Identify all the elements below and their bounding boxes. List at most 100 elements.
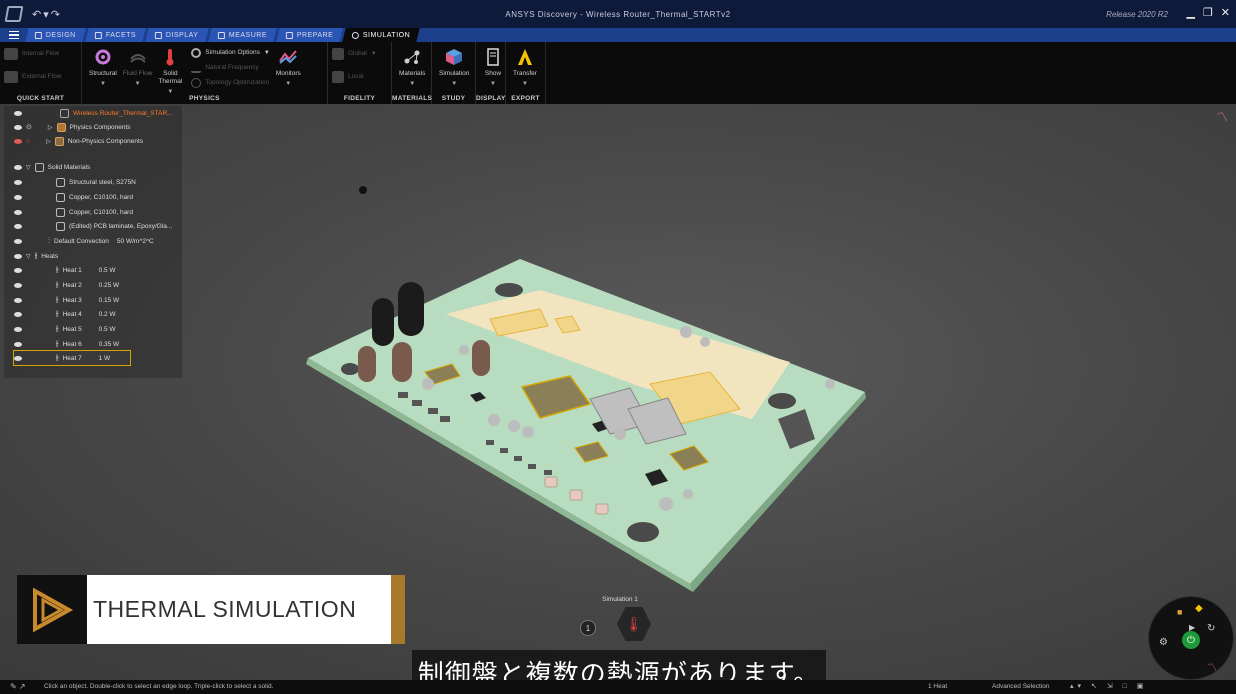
undo-redo-icon[interactable]: ↶▾↷ xyxy=(32,8,62,21)
mounting-hole xyxy=(341,363,359,375)
cube-view-icon[interactable]: ■ xyxy=(1177,607,1182,617)
capacitor[interactable] xyxy=(398,282,424,336)
visibility-eye-icon[interactable] xyxy=(14,124,22,130)
external-flow-button[interactable]: External Flow xyxy=(4,69,77,84)
visibility-eye-icon[interactable] xyxy=(14,267,22,273)
natural-frequency-button[interactable]: Natural Frequency xyxy=(191,60,270,75)
tab-display[interactable]: Display xyxy=(145,28,209,42)
visibility-eye-icon[interactable] xyxy=(14,209,22,215)
group-label: Fidelity xyxy=(343,95,376,102)
fluid-flow-icon xyxy=(129,54,146,63)
ribbon-tabs: Design Facets Display Measure Prepare Si… xyxy=(0,28,1236,42)
group-fidelity: Global ▼ Local Fidelity xyxy=(328,42,392,104)
tree-default-convection[interactable]: ⫶ Default Convection 50 W/m^2^C xyxy=(14,234,154,248)
collapse-arrow-icon[interactable]: ▽ xyxy=(26,164,31,171)
expand-arrow-icon[interactable]: ▷ xyxy=(48,124,53,131)
capacitor[interactable] xyxy=(392,342,412,382)
hidden-eye-icon[interactable] xyxy=(14,138,22,144)
title-banner: THERMAL SIMULATION xyxy=(17,575,405,644)
physics-folder-icon xyxy=(56,122,66,132)
tree-heat[interactable]: ⫲ Heat 4 0.2 W xyxy=(14,307,116,321)
visibility-eye-icon[interactable] xyxy=(14,341,22,347)
tab-measure[interactable]: Measure xyxy=(207,28,277,42)
collapse-arrow-icon[interactable]: ▽ xyxy=(26,253,31,260)
tree-material[interactable]: Copper, C10100, hard xyxy=(14,190,133,204)
tree-root[interactable]: Wireless Router_Thermal_STAR... xyxy=(14,106,173,120)
visibility-eye-icon[interactable] xyxy=(14,282,22,288)
visibility-eye-icon[interactable] xyxy=(14,194,22,200)
menu-icon[interactable] xyxy=(4,28,24,42)
capacitor[interactable] xyxy=(358,346,376,382)
local-fidelity-button[interactable]: Local xyxy=(332,69,387,84)
tab-prepare[interactable]: Prepare xyxy=(276,28,343,42)
global-fidelity-button[interactable]: Global ▼ xyxy=(332,46,387,61)
tree-solid-materials[interactable]: ▽ Solid Materials xyxy=(14,160,90,174)
heat-icon: ⫲ xyxy=(56,353,59,362)
simulation-step-badge[interactable]: 1 xyxy=(580,620,596,636)
heat-icon: ⫲ xyxy=(56,324,59,333)
tree-material[interactable]: Copper, C10100, hard xyxy=(14,205,133,219)
topology-optimization-button[interactable]: Topology Optimization xyxy=(191,75,270,90)
close-icon[interactable]: ✕ xyxy=(1221,6,1230,19)
group-label: Export xyxy=(511,95,540,102)
group-physics: Structural ▼ Fluid Flow ▼ Solid Thermal ▼ S… xyxy=(82,42,328,104)
play-icon[interactable]: ▶ xyxy=(1189,623,1195,632)
group-quick-start: Internal Flow External Flow Quick Start xyxy=(0,42,82,104)
visibility-eye-icon[interactable] xyxy=(14,164,22,170)
capacitor[interactable] xyxy=(372,298,394,346)
brand-logo-icon xyxy=(17,575,87,644)
tab-simulation[interactable]: Simulation xyxy=(342,28,421,42)
tree-heat[interactable]: ⫲ Heat 6 0.35 W xyxy=(14,337,119,351)
selection-count[interactable]: 1 Heat xyxy=(928,683,947,690)
target-icon[interactable]: ○ xyxy=(26,138,30,145)
capacitor[interactable] xyxy=(472,340,490,376)
simulation-marker[interactable]: Simulation 1 🌡 xyxy=(590,596,651,641)
expand-arrow-icon[interactable]: ▷ xyxy=(46,138,51,145)
navigation-wheel[interactable]: ⏻ ↻ ▶ ◆ ■ ⚙ 〽 xyxy=(1148,596,1234,680)
tree-heat[interactable]: ⫲ Heat 3 0.15 W xyxy=(14,293,119,307)
internal-flow-button[interactable]: Internal Flow xyxy=(4,46,77,61)
title-bar: ↶▾↷ ANSYS Discovery - Wireless Router_Th… xyxy=(0,0,1236,28)
tree-heats[interactable]: ▽ ⫲ Heats xyxy=(14,249,58,263)
cube-view-icon[interactable]: ◆ xyxy=(1195,603,1203,614)
monitors-chart-icon[interactable]: 〽 xyxy=(1207,659,1217,674)
visibility-eye-icon[interactable] xyxy=(14,253,22,259)
heat-icon: ⫲ xyxy=(34,251,38,260)
tree-heat-selected[interactable]: ⫲ Heat 7 1 W xyxy=(13,350,131,366)
visibility-eye-icon[interactable] xyxy=(14,297,22,303)
group-label: Quick Start xyxy=(16,95,65,102)
monitors-chart-icon[interactable]: 〽 xyxy=(1216,108,1228,125)
power-icon[interactable]: ⏻ xyxy=(1182,631,1200,649)
settings-gear-icon[interactable]: ⚙ xyxy=(1159,637,1168,648)
convection-icon: ⫶ xyxy=(48,236,50,245)
tree-heat[interactable]: ⫲ Heat 2 0.25 W xyxy=(14,278,119,292)
tab-design[interactable]: Design xyxy=(25,28,86,42)
visibility-eye-icon[interactable] xyxy=(14,110,22,116)
simulation-options-button[interactable]: Simulation Options ▼ xyxy=(191,45,270,60)
visibility-eye-icon[interactable] xyxy=(14,223,22,229)
group-label: Display xyxy=(476,95,506,102)
visibility-eye-icon[interactable] xyxy=(14,326,22,332)
selection-mode[interactable]: Advanced Selection xyxy=(992,683,1049,690)
materials-molecule-icon xyxy=(404,50,420,64)
tree-heat[interactable]: ⫲ Heat 1 0.5 W xyxy=(14,263,116,277)
minimize-icon[interactable]: ▁ xyxy=(1186,6,1194,19)
tree-material[interactable]: (Edited) PCB laminate, Epoxy/Gla... xyxy=(14,219,172,233)
group-display: Show ▼ Display xyxy=(476,42,506,104)
status-tools-icon[interactable]: ✎ ↗ xyxy=(10,682,26,691)
rotate-icon[interactable]: ↻ xyxy=(1207,623,1215,634)
status-toolbar-icons[interactable]: ▴▾ ↖ ⇲ □ ▣ xyxy=(1070,682,1147,690)
tab-facets[interactable]: Facets xyxy=(85,28,146,42)
tree-physics-components[interactable]: ⊙ ▷ Physics Components xyxy=(14,120,131,134)
visibility-eye-icon[interactable] xyxy=(14,311,22,317)
visibility-eye-icon[interactable] xyxy=(14,355,22,361)
tree-heat[interactable]: ⫲ Heat 5 0.5 W xyxy=(14,322,116,336)
tree-material[interactable]: Structural steel, S275N xyxy=(14,175,136,189)
restore-icon[interactable]: ❐ xyxy=(1203,6,1213,19)
target-icon[interactable]: ⊙ xyxy=(26,123,32,131)
simulation-hexagon[interactable]: 🌡 xyxy=(617,607,651,641)
visibility-eye-icon[interactable] xyxy=(14,238,22,244)
tree-non-physics-components[interactable]: ○ ▷ Non-Physics Components xyxy=(14,134,143,148)
mounting-hole xyxy=(495,283,523,297)
visibility-eye-icon[interactable] xyxy=(14,179,22,185)
